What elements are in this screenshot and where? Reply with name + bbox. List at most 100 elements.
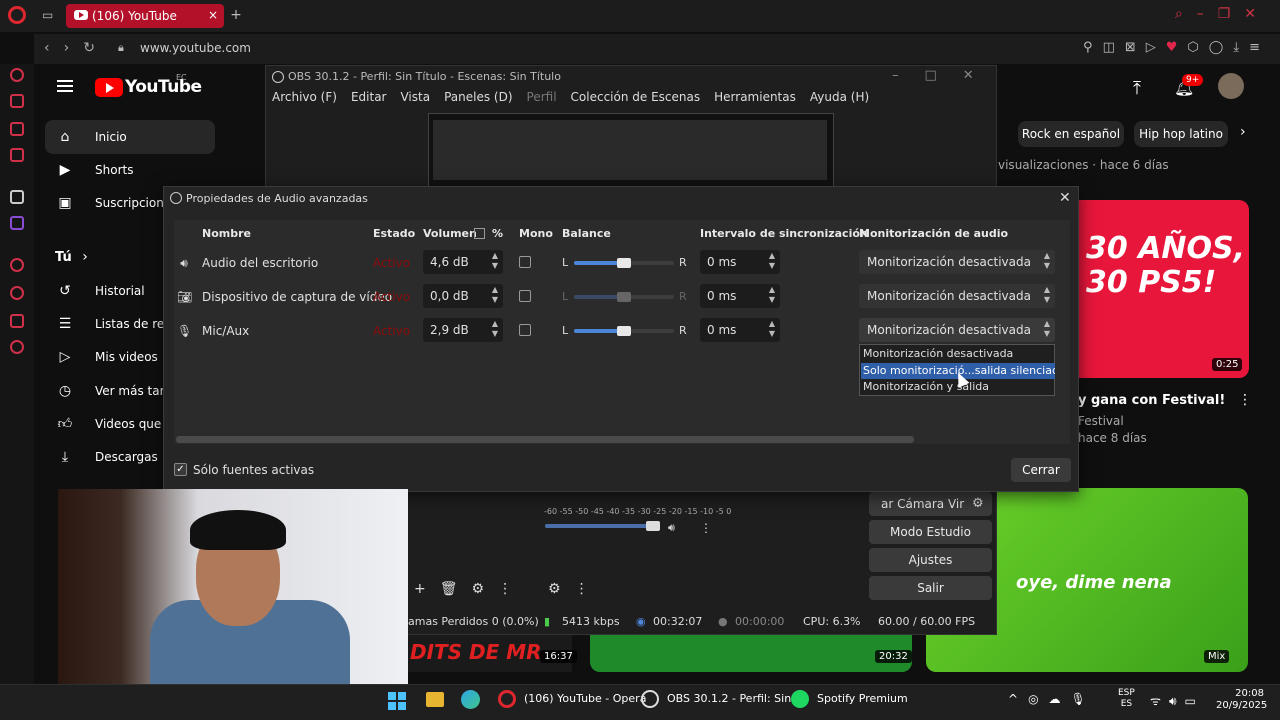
obs-preview[interactable] [428, 113, 834, 191]
twitch-icon[interactable] [10, 216, 24, 230]
speaker-icon[interactable]: 🔊︎ [668, 521, 675, 535]
add-icon[interactable]: + [414, 581, 440, 597]
back-icon[interactable]: ‹ [44, 40, 64, 56]
close-icon[interactable]: ✕ [1244, 6, 1270, 22]
spin-arrows-icon[interactable]: ▲ ▼ [769, 319, 775, 339]
account-icon[interactable]: ◯ [1209, 40, 1234, 55]
avatar[interactable] [1218, 73, 1244, 99]
aria-icon[interactable] [10, 68, 24, 82]
download-icon[interactable]: ⤓ [1233, 40, 1249, 55]
volume-percent-checkbox[interactable] [474, 228, 485, 239]
obs-window-controls[interactable]: –□✕ [892, 68, 1000, 83]
video-channel[interactable]: Festival [1078, 414, 1124, 428]
sidebar-pin-icon[interactable] [10, 190, 24, 204]
cloud-icon[interactable]: ☁ [1049, 692, 1071, 706]
url-field[interactable]: www.youtube.com [140, 41, 251, 55]
battery-icon[interactable]: ▭ [1185, 694, 1204, 708]
reload-icon[interactable]: ↻ [83, 40, 109, 56]
youtube-logo-icon[interactable] [95, 78, 123, 97]
spin-arrows-icon[interactable]: ▲ ▼ [492, 251, 498, 271]
wifi-icon[interactable]: ᯤ [1150, 694, 1169, 708]
language-indicator[interactable]: ESP ES [1118, 688, 1135, 710]
player-icon[interactable]: ▷ [1146, 40, 1166, 55]
spin-arrows-icon[interactable]: ▲ ▼ [769, 251, 775, 271]
tab-close-icon[interactable]: × [208, 8, 218, 22]
lock-icon[interactable]: 🔒︎ [118, 41, 128, 54]
crypto-wallet-icon[interactable] [10, 94, 24, 108]
spin-arrows-icon[interactable]: ▲ ▼ [492, 319, 498, 339]
sidebar-app-icon[interactable] [10, 122, 24, 136]
menu-coleccion-escenas[interactable]: Colección de Escenas [571, 90, 701, 104]
messenger-icon[interactable] [10, 148, 24, 162]
minimize-icon[interactable]: – [1197, 6, 1218, 22]
clock[interactable]: 20:08 20/9/2025 [1216, 688, 1267, 712]
forward-icon[interactable]: › [64, 40, 84, 56]
history-sidebar-icon[interactable] [10, 286, 24, 300]
opera-logo-icon[interactable] [8, 6, 26, 24]
menu-ayuda[interactable]: Ayuda (H) [810, 90, 869, 104]
opera-taskbar-icon[interactable] [498, 690, 516, 708]
sidebar-item-shorts[interactable]: ▶ Shorts [45, 153, 215, 187]
file-explorer-icon[interactable] [426, 692, 444, 707]
extensions-icon[interactable]: ⬡ [1187, 40, 1208, 55]
sync-offset-spinbox[interactable]: 0 ms ▲ ▼ [700, 318, 780, 342]
navigation-buttons[interactable]: ‹›↻ [44, 40, 109, 56]
mono-checkbox[interactable] [519, 324, 531, 336]
mono-checkbox[interactable] [519, 290, 531, 302]
create-upload-icon[interactable]: ⤒ [1133, 78, 1141, 99]
close-button[interactable]: Cerrar [1011, 458, 1071, 482]
active-only-checkbox[interactable]: ✓ [174, 463, 187, 476]
hamburger-menu-icon[interactable] [57, 80, 73, 92]
menu-paneles[interactable]: Paneles (D) [444, 90, 512, 104]
menu-editar[interactable]: Editar [351, 90, 387, 104]
minimize-icon[interactable]: – [892, 68, 925, 83]
balance-handle[interactable] [617, 258, 631, 268]
dropdown-option[interactable]: Monitorización desactivada [861, 346, 1055, 362]
balance-handle[interactable] [617, 292, 631, 302]
balance-slider[interactable] [574, 258, 674, 268]
sync-offset-spinbox[interactable]: 0 ms ▲ ▼ [700, 250, 780, 274]
balance-handle[interactable] [617, 326, 631, 336]
menu-archivo[interactable]: Archivo (F) [272, 90, 337, 104]
gear-icon[interactable]: ⚙ [472, 581, 499, 597]
adblock-icon[interactable]: ⊠ [1125, 40, 1146, 55]
chip-hip-hop-latino[interactable]: Hip hop latino [1134, 121, 1228, 147]
snapshot-icon[interactable]: ◫ [1103, 40, 1125, 55]
windows-start-icon[interactable] [388, 692, 406, 710]
more-options-icon[interactable]: ⋮ [1238, 392, 1252, 408]
studio-mode-button[interactable]: Modo Estudio [869, 520, 992, 544]
mixer-slider-handle[interactable] [646, 521, 660, 531]
edge-icon[interactable] [461, 690, 480, 709]
player-sidebar-icon[interactable] [10, 258, 24, 272]
gear-icon[interactable]: ⚙ [548, 581, 575, 597]
window-controls[interactable]: ⌕–❐✕ [1175, 6, 1270, 22]
monitoring-select[interactable]: Monitorización desactivada ▲ ▼ [859, 250, 1055, 274]
obs-taskbar-icon[interactable] [641, 690, 659, 708]
spotify-icon[interactable] [791, 690, 809, 708]
balance-slider[interactable] [574, 292, 674, 302]
settings-button[interactable]: Ajustes [869, 548, 992, 572]
close-icon[interactable]: ✕ [1059, 190, 1071, 206]
extension-icons[interactable]: ⚲◫⊠▷♥⬡◯⤓≡ [1083, 40, 1270, 55]
microphone-icon[interactable]: 🎙︎ [1071, 692, 1096, 706]
more-options-icon[interactable]: ⋮ [575, 581, 603, 597]
pin-icon[interactable]: ⚲ [1083, 40, 1103, 55]
settings-sidebar-icon[interactable] [10, 340, 24, 354]
gear-icon[interactable]: ⚙ [972, 496, 984, 511]
more-options-icon[interactable]: ⋮ [498, 581, 526, 597]
mono-checkbox[interactable] [519, 256, 531, 268]
balance-slider[interactable] [574, 326, 674, 336]
volume-spinbox[interactable]: 0,0 dB ▲ ▼ [423, 284, 503, 308]
exit-button[interactable]: Salir [869, 576, 992, 600]
menu-herramientas[interactable]: Herramientas [714, 90, 796, 104]
sync-offset-spinbox[interactable]: 0 ms ▲ ▼ [700, 284, 780, 308]
taskbar-app-spotify[interactable]: Spotify Premium [817, 692, 908, 705]
video-title[interactable]: y gana con Festival! [1078, 393, 1225, 408]
heart-icon[interactable]: ♥ [1166, 40, 1188, 55]
volume-icon[interactable]: 🔊︎ [1169, 694, 1185, 708]
youtube-logo-text[interactable]: YouTube [125, 77, 202, 97]
chevron-right-icon[interactable]: › [1240, 124, 1246, 140]
spin-arrows-icon[interactable]: ▲ ▼ [769, 285, 775, 305]
more-options-icon[interactable]: ⋮ [700, 521, 712, 535]
scrollbar-thumb[interactable] [176, 436, 914, 443]
